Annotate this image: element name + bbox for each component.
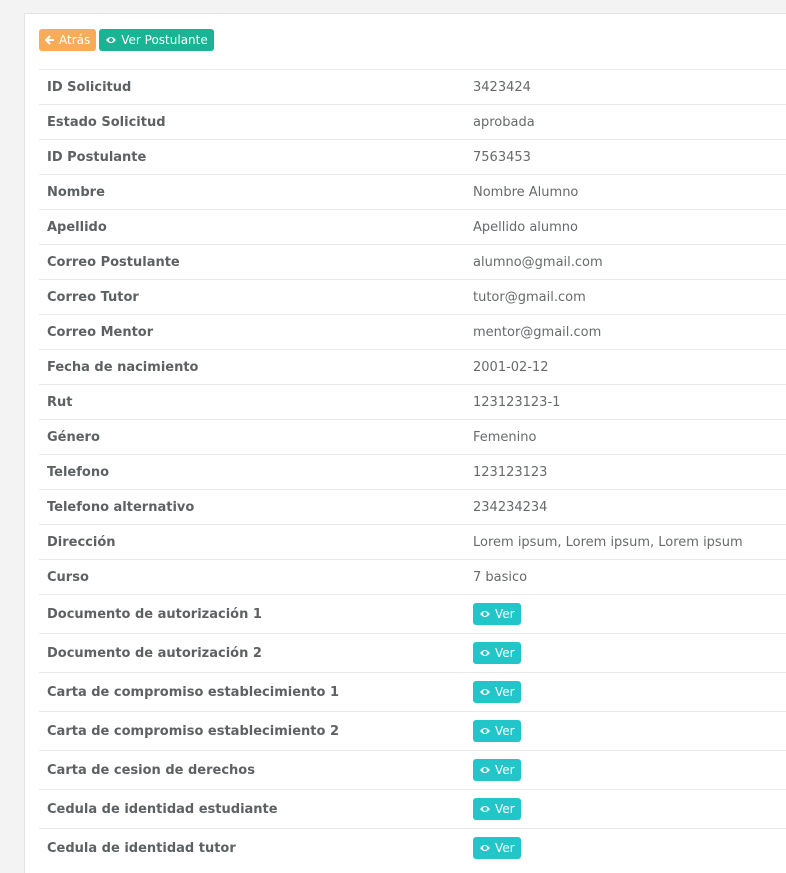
detail-value: mentor@gmail.com [473,324,602,340]
table-row: Documento de autorización 1 Ver [39,594,786,634]
detail-value: 234234234 [473,499,548,515]
back-button[interactable]: Atrás [39,29,97,51]
document-label: Carta de cesion de derechos [47,762,255,778]
table-row: Cedula de identidad tutor Ver [39,828,786,868]
eye-icon [479,609,491,619]
table-row: Carta de compromiso establecimiento 2 Ver [39,711,786,751]
detail-value: 123123123-1 [473,394,561,410]
eye-icon [479,687,491,697]
detail-label: Nombre [47,184,105,200]
detail-label: ID Postulante [47,149,147,165]
document-label: Carta de compromiso establecimiento 2 [47,723,339,739]
table-row: Carta de compromiso establecimiento 1 Ver [39,672,786,712]
view-document-button[interactable]: Ver [473,798,521,820]
table-row: Rut 123123123-1 [39,384,786,420]
eye-icon [479,843,491,853]
table-row: Curso 7 basico [39,559,786,595]
table-row: Género Femenino [39,419,786,455]
detail-label: ID Solicitud [47,79,132,95]
detail-label: Fecha de nacimiento [47,359,199,375]
document-label: Cedula de identidad estudiante [47,801,278,817]
table-row: Estado Solicitud aprobada [39,104,786,140]
eye-icon [105,35,117,45]
table-row: Cedula de identidad estudiante Ver [39,789,786,829]
table-row: Correo Mentor mentor@gmail.com [39,314,786,350]
eye-icon [479,765,491,775]
detail-label: Estado Solicitud [47,114,166,130]
document-action: Ver [465,634,786,673]
eye-icon [479,804,491,814]
detail-value: Lorem ipsum, Lorem ipsum, Lorem ipsum [473,534,743,550]
table-row: ID Solicitud 3423424 [39,69,786,105]
detail-value: 2001-02-12 [473,359,549,375]
table-row: Telefono alternativo 234234234 [39,489,786,525]
table-row: Dirección Lorem ipsum, Lorem ipsum, Lorem… [39,524,786,560]
detail-label: Telefono alternativo [47,499,195,515]
view-document-button-label: Ver [495,646,515,660]
view-document-button-label: Ver [495,802,515,816]
view-document-button[interactable]: Ver [473,759,521,781]
detail-value: 7 basico [473,569,528,585]
toolbar: Atrás Ver Postulante [39,29,214,51]
table-row: Fecha de nacimiento 2001-02-12 [39,349,786,385]
detail-label: Dirección [47,534,116,550]
view-document-button[interactable]: Ver [473,837,521,859]
view-document-button-label: Ver [495,724,515,738]
view-document-button-label: Ver [495,607,515,621]
detail-label: Género [47,429,100,445]
detail-value: aprobada [473,114,535,130]
applicant-details-table: ID Solicitud 3423424 Estado Solicitud aprob… [39,69,786,867]
view-document-button-label: Ver [495,841,515,855]
table-row: ID Postulante 7563453 [39,139,786,175]
view-document-button[interactable]: Ver [473,603,521,625]
arrow-left-icon [45,35,55,45]
detail-label: Rut [47,394,73,410]
view-applicant-button[interactable]: Ver Postulante [99,29,214,51]
table-row: Telefono 123123123 [39,454,786,490]
detail-label: Apellido [47,219,107,235]
view-applicant-button-label: Ver Postulante [121,33,208,47]
table-row: Documento de autorización 2 Ver [39,633,786,673]
detail-value: Femenino [473,429,537,445]
document-label: Carta de compromiso establecimiento 1 [47,684,339,700]
detail-value: 3423424 [473,79,531,95]
view-document-button-label: Ver [495,685,515,699]
document-action: Ver [465,595,786,634]
detail-label: Curso [47,569,89,585]
detail-value: alumno@gmail.com [473,254,603,270]
details-body: ID Solicitud 3423424 Estado Solicitud aprob… [39,69,786,868]
eye-icon [479,726,491,736]
detail-label: Correo Postulante [47,254,180,270]
table-row: Correo Postulante alumno@gmail.com [39,244,786,280]
detail-value: Apellido alumno [473,219,578,235]
detail-value: tutor@gmail.com [473,289,586,305]
detail-value: 7563453 [473,149,531,165]
table-row: Carta de cesion de derechos Ver [39,750,786,790]
detail-panel: Atrás Ver Postulante ID Solicitud 3423424… [24,13,786,873]
view-document-button[interactable]: Ver [473,642,521,664]
document-label: Cedula de identidad tutor [47,840,236,856]
table-row: Nombre Nombre Alumno [39,174,786,210]
detail-label: Correo Tutor [47,289,139,305]
detail-value: Nombre Alumno [473,184,579,200]
document-action: Ver [465,712,786,751]
eye-icon [479,648,491,658]
document-action: Ver [465,829,786,868]
document-action: Ver [465,790,786,829]
document-action: Ver [465,751,786,790]
document-action: Ver [465,673,786,712]
table-row: Correo Tutor tutor@gmail.com [39,279,786,315]
detail-label: Telefono [47,464,110,480]
document-label: Documento de autorización 1 [47,606,262,622]
detail-value: 123123123 [473,464,548,480]
view-document-button-label: Ver [495,763,515,777]
document-label: Documento de autorización 2 [47,645,262,661]
view-document-button[interactable]: Ver [473,720,521,742]
back-button-label: Atrás [59,33,91,47]
view-document-button[interactable]: Ver [473,681,521,703]
detail-label: Correo Mentor [47,324,154,340]
table-row: Apellido Apellido alumno [39,209,786,245]
